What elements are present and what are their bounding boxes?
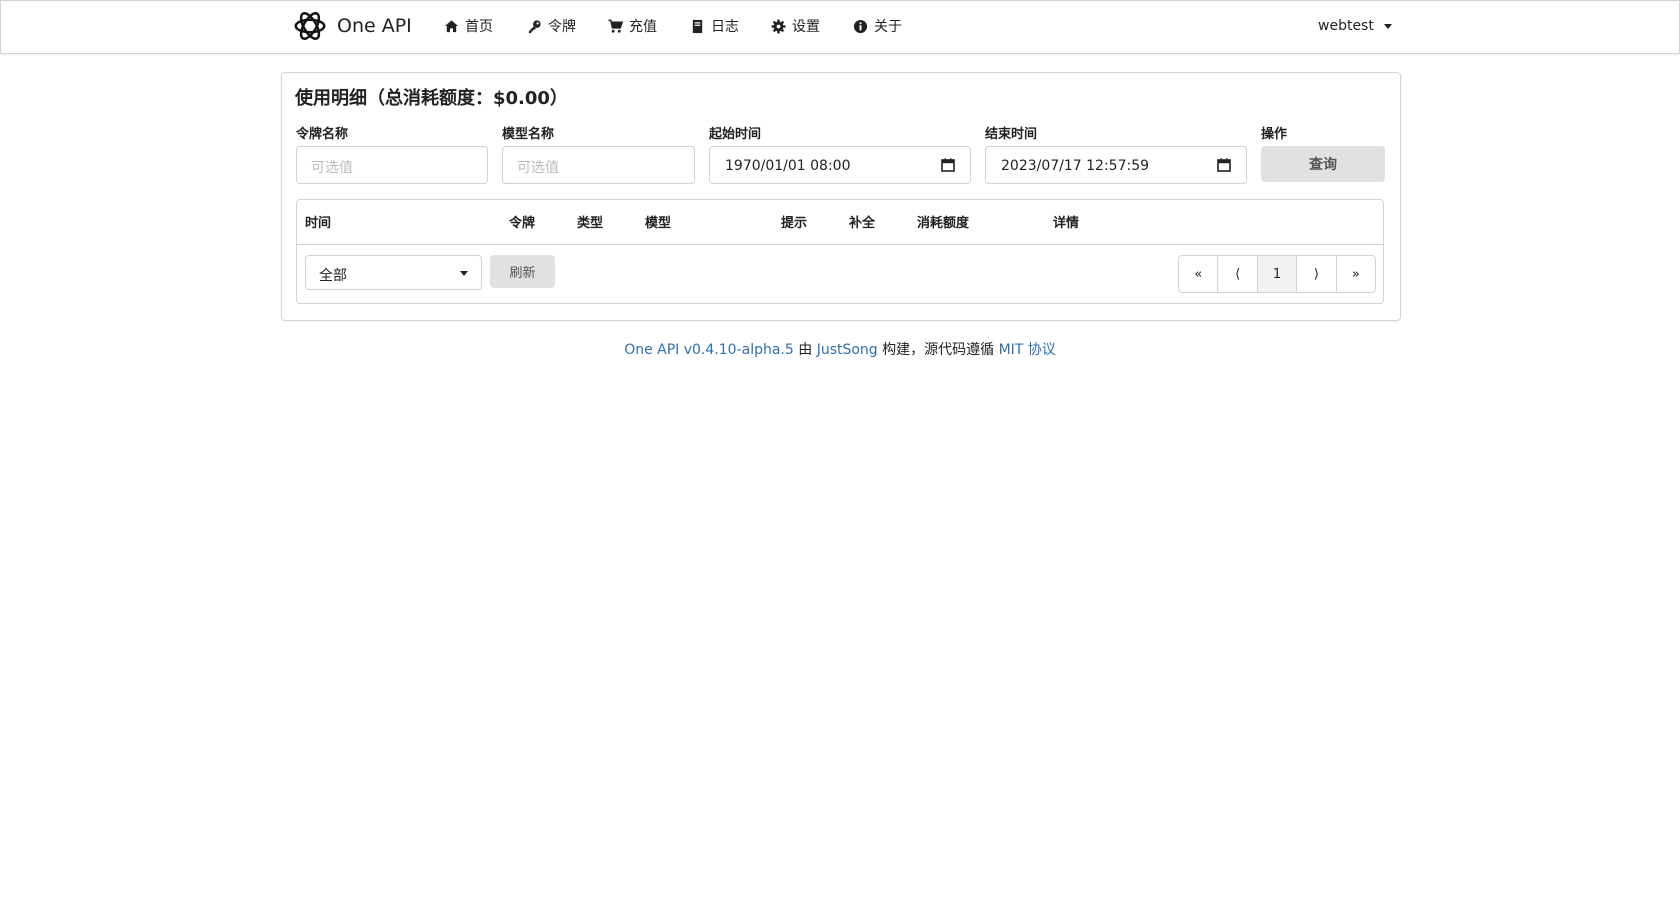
query-button[interactable]: 查询 xyxy=(1261,146,1385,182)
nav-item-settings-label: 设置 xyxy=(792,19,820,35)
end-time-value: 2023/07/17 12:57:59 xyxy=(1001,158,1150,174)
page-title: 使用明细（总消耗额度：$0.00） xyxy=(295,88,568,109)
pagination-next-button[interactable]: ⟩ xyxy=(1297,256,1337,292)
model-name-placeholder: 可选值 xyxy=(517,160,559,176)
model-name-input[interactable]: 可选值 xyxy=(502,146,695,184)
column-header-detail[interactable]: 详情 xyxy=(1053,212,1079,231)
start-time-label: 起始时间 xyxy=(709,127,762,142)
chevron-down-icon xyxy=(460,271,468,276)
info-icon xyxy=(853,19,868,34)
table-header-divider xyxy=(297,244,1384,245)
pagination-prev-button[interactable]: ⟨ xyxy=(1218,256,1258,292)
pagination-first-button[interactable]: « xyxy=(1179,256,1219,292)
user-menu[interactable]: webtest xyxy=(1318,0,1392,52)
gear-icon xyxy=(771,19,786,34)
start-time-value: 1970/01/01 08:00 xyxy=(725,158,851,174)
nav-item-tokens-label: 令牌 xyxy=(548,19,576,35)
openai-logo-icon xyxy=(294,12,326,40)
log-type-select[interactable]: 全部 xyxy=(305,255,482,290)
brand-name: One API xyxy=(337,15,412,37)
token-name-label: 令牌名称 xyxy=(296,127,349,142)
pagination-last-button[interactable]: » xyxy=(1337,256,1375,292)
brand[interactable]: One API xyxy=(291,8,412,44)
author-link[interactable]: JustSong xyxy=(817,342,878,358)
token-name-input[interactable]: 可选值 xyxy=(296,146,488,184)
top-navbar xyxy=(0,0,1680,54)
column-header-model[interactable]: 模型 xyxy=(645,212,671,231)
footer-built-text: 构建，源代码遵循 xyxy=(877,342,999,358)
nav-item-tokens[interactable]: 令牌 xyxy=(527,0,576,52)
key-icon xyxy=(527,19,542,34)
footer: One API v0.4.10-alpha.5 由 JustSong 构建，源代… xyxy=(0,339,1680,359)
nav-item-logs[interactable]: 日志 xyxy=(690,0,739,52)
nav-item-topup[interactable]: 充值 xyxy=(608,0,657,52)
home-icon xyxy=(444,19,459,34)
action-label: 操作 xyxy=(1261,127,1288,142)
column-header-type[interactable]: 类型 xyxy=(577,212,603,231)
start-time-input[interactable]: 1970/01/01 08:00 xyxy=(709,146,971,184)
nav-item-logs-label: 日志 xyxy=(711,19,739,35)
refresh-button[interactable]: 刷新 xyxy=(490,255,555,288)
token-name-placeholder: 可选值 xyxy=(311,160,353,176)
model-name-label: 模型名称 xyxy=(502,127,555,142)
pagination-page-1[interactable]: 1 xyxy=(1257,256,1298,292)
book-icon xyxy=(690,19,705,34)
nav-item-settings[interactable]: 设置 xyxy=(771,0,820,52)
column-header-completion[interactable]: 补全 xyxy=(849,212,875,231)
nav-item-home[interactable]: 首页 xyxy=(444,0,493,52)
footer-by-text: 由 xyxy=(793,342,817,358)
column-header-prompt[interactable]: 提示 xyxy=(781,212,807,231)
license-link[interactable]: MIT 协议 xyxy=(999,342,1056,358)
version-link[interactable]: One API v0.4.10-alpha.5 xyxy=(624,342,794,358)
end-time-label: 结束时间 xyxy=(985,127,1038,142)
calendar-icon[interactable] xyxy=(1217,158,1231,172)
pagination: « ⟨ 1 ⟩ » xyxy=(1178,255,1376,293)
calendar-icon[interactable] xyxy=(941,158,955,172)
column-header-quota[interactable]: 消耗额度 xyxy=(917,212,969,231)
nav-item-about[interactable]: 关于 xyxy=(853,0,902,52)
username: webtest xyxy=(1318,18,1374,34)
nav-item-home-label: 首页 xyxy=(465,19,493,35)
chevron-down-icon xyxy=(1383,23,1392,29)
log-type-select-value: 全部 xyxy=(319,268,347,284)
cart-icon xyxy=(608,19,623,34)
column-header-time[interactable]: 时间 xyxy=(305,212,331,231)
end-time-input[interactable]: 2023/07/17 12:57:59 xyxy=(985,146,1247,184)
nav-item-about-label: 关于 xyxy=(874,19,902,35)
nav-item-topup-label: 充值 xyxy=(629,19,657,35)
column-header-token[interactable]: 令牌 xyxy=(509,212,535,231)
